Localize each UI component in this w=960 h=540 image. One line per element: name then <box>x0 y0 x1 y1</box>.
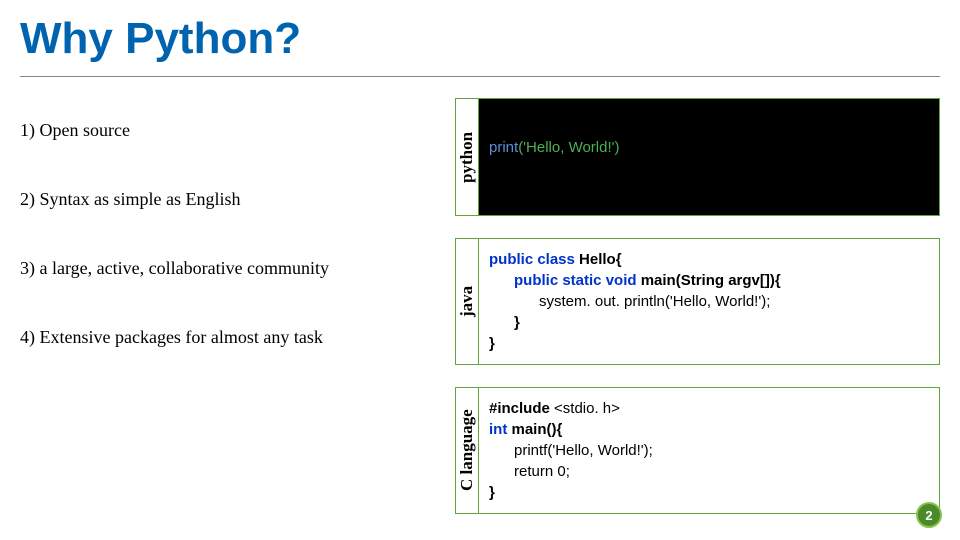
code-content-java: public class Hello{ public static void m… <box>479 238 940 365</box>
bullet-item: 2) Syntax as simple as English <box>20 189 450 210</box>
page-number-badge: 2 <box>916 502 942 528</box>
code-text: } <box>489 314 520 331</box>
code-text: argv[]){ <box>728 272 781 289</box>
code-text: <stdio. h> <box>550 400 620 417</box>
code-keyword: public static void <box>489 272 641 289</box>
code-text: Hello{ <box>579 251 622 268</box>
code-keyword: public class <box>489 251 579 268</box>
code-text: } <box>489 484 495 501</box>
code-keyword: #include <box>489 400 550 417</box>
code-label-python: python <box>455 98 479 216</box>
code-text: printf('Hello, World!'); <box>489 442 653 459</box>
code-content-python: print('Hello, World!') <box>479 98 940 216</box>
code-keyword: print <box>489 139 518 156</box>
code-content-c: #include <stdio. h> int main(){ printf('… <box>479 387 940 514</box>
bullet-item: 4) Extensive packages for almost any tas… <box>20 327 450 348</box>
code-label-c: C language <box>455 387 479 514</box>
code-text: } <box>489 335 495 352</box>
title-divider <box>20 76 940 77</box>
code-text: return 0; <box>489 463 570 480</box>
code-box-python: python print('Hello, World!') <box>455 98 940 216</box>
code-box-c: C language #include <stdio. h> int main(… <box>455 387 940 514</box>
code-text: main(String <box>641 272 729 289</box>
code-box-java: java public class Hello{ public static v… <box>455 238 940 365</box>
code-text: system. out. println('Hello, World!'); <box>489 293 770 310</box>
code-string: ('Hello, World!') <box>518 139 619 156</box>
code-keyword: int <box>489 421 512 438</box>
bullet-item: 1) Open source <box>20 120 450 141</box>
slide-title: Why Python? <box>20 14 301 64</box>
bullet-item: 3) a large, active, collaborative commun… <box>20 258 450 279</box>
code-text: main(){ <box>512 421 563 438</box>
code-label-java: java <box>455 238 479 365</box>
bullet-list: 1) Open source 2) Syntax as simple as En… <box>20 120 450 396</box>
code-examples: python print('Hello, World!') java publi… <box>455 98 940 536</box>
